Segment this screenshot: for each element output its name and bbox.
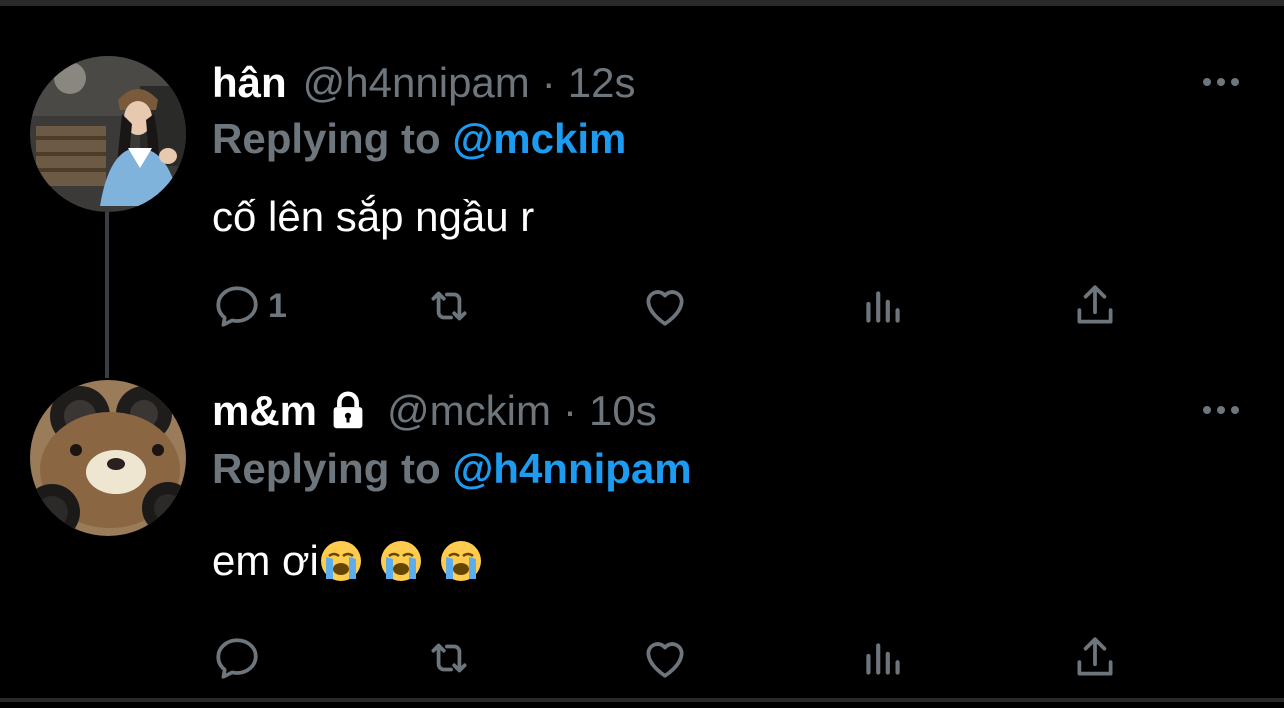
like-button[interactable]	[640, 630, 690, 686]
separator-dot: ·	[541, 59, 556, 106]
more-icon	[1203, 406, 1211, 414]
like-icon	[646, 290, 684, 326]
tweet-text: cố lên sắp ngầu r	[212, 193, 535, 240]
tweet-text-content: em ơi	[212, 537, 319, 584]
user-handle[interactable]: @h4nnipam	[303, 58, 530, 108]
user-handle[interactable]: @mckim	[387, 386, 551, 436]
tweet-text: em ơi	[212, 536, 499, 586]
like-icon	[646, 642, 684, 678]
reply-icon	[216, 638, 258, 679]
thread-connector	[105, 212, 109, 378]
display-name[interactable]: hân	[212, 58, 287, 108]
loudly-crying-face-emoji	[380, 541, 421, 581]
timestamp[interactable]: 12s	[568, 58, 636, 108]
analytics-button[interactable]	[858, 278, 908, 334]
timeline-frame: hân @h4nnipam · 12s Replying to @mckim c…	[0, 0, 1284, 702]
reply-count: 1	[268, 286, 287, 325]
retweet-icon	[431, 643, 467, 673]
reply-icon	[216, 286, 258, 327]
reply-button[interactable]	[212, 630, 268, 686]
replying-to-label: Replying to	[212, 115, 453, 162]
loudly-crying-face-emoji	[440, 541, 481, 581]
avatar[interactable]	[30, 380, 186, 536]
tweet-header: m&m @mckim · 10s	[212, 386, 657, 436]
share-icon	[1077, 637, 1113, 676]
more-options-button[interactable]	[1198, 396, 1244, 424]
tweet[interactable]: hân @h4nnipam · 12s Replying to @mckim c…	[0, 6, 1284, 378]
tweet-actions	[212, 630, 1132, 686]
analytics-icon	[866, 643, 900, 675]
separator-dot: ·	[562, 387, 577, 434]
avatar-photo-girl	[30, 56, 186, 212]
replying-to: Replying to @h4nnipam	[212, 444, 692, 494]
analytics-button[interactable]	[858, 630, 908, 686]
reply-button[interactable]: 1	[212, 278, 287, 334]
share-icon	[1077, 285, 1113, 324]
display-name[interactable]: m&m	[212, 386, 317, 436]
mention-link[interactable]: @h4nnipam	[452, 445, 691, 492]
avatar-photo-bear	[30, 380, 186, 536]
retweet-button[interactable]	[424, 630, 474, 686]
share-button[interactable]	[1070, 278, 1120, 334]
loudly-crying-face-emoji	[320, 541, 361, 581]
tweet-actions: 1	[212, 278, 1132, 334]
analytics-icon	[866, 291, 900, 323]
retweet-icon	[431, 291, 467, 321]
timestamp[interactable]: 10s	[589, 386, 657, 436]
tweet-header: hân @h4nnipam · 12s	[212, 58, 636, 108]
tweet[interactable]: m&m @mckim · 10s Replying to @h4nnipam e…	[0, 366, 1284, 708]
more-options-button[interactable]	[1198, 68, 1244, 96]
mention-link[interactable]: @mckim	[452, 115, 626, 162]
avatar[interactable]	[30, 56, 186, 212]
retweet-button[interactable]	[424, 278, 474, 334]
lock-icon	[333, 391, 363, 429]
like-button[interactable]	[640, 278, 690, 334]
share-button[interactable]	[1070, 630, 1120, 686]
more-icon	[1203, 78, 1211, 86]
replying-to-label: Replying to	[212, 445, 453, 492]
replying-to: Replying to @mckim	[212, 114, 626, 164]
